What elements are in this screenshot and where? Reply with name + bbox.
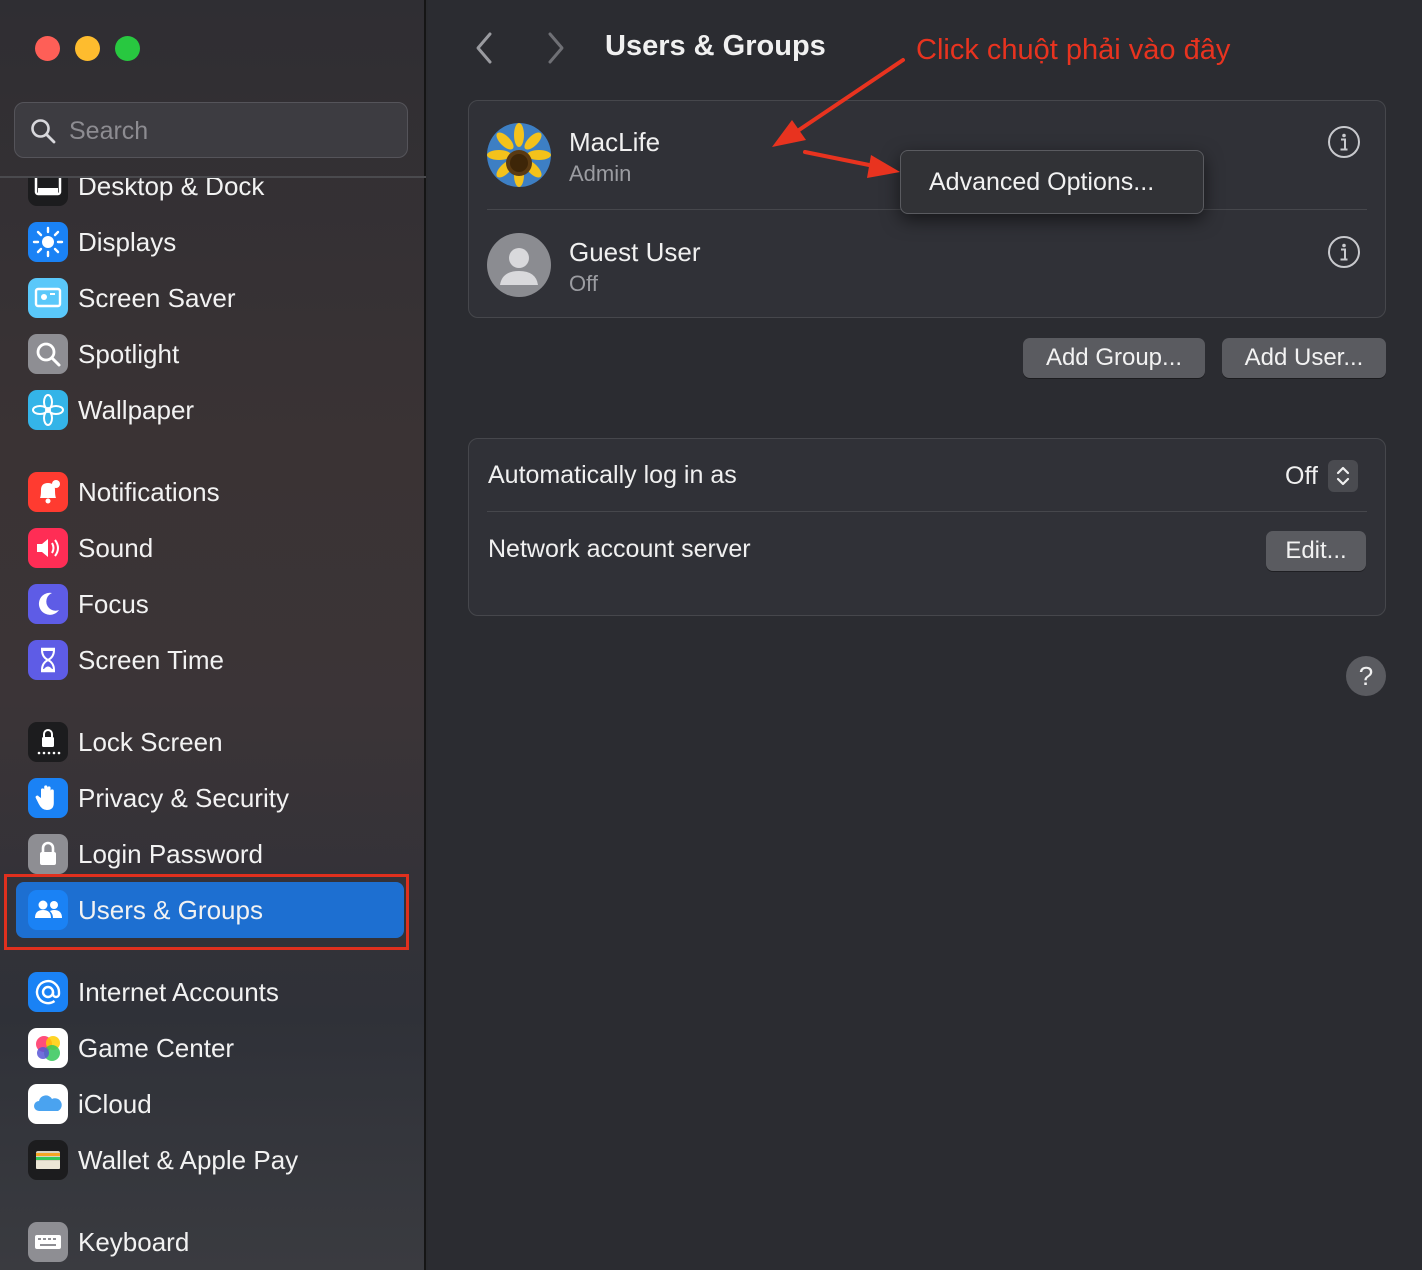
hourglass-icon: [28, 640, 68, 680]
main-pane: Users & Groups Click chuột phải vào đây: [428, 0, 1422, 1270]
network-server-label: Network account server: [488, 535, 751, 563]
dock-icon: [28, 178, 68, 206]
search-field[interactable]: [14, 102, 408, 158]
user-name: MacLife: [569, 127, 661, 157]
chevron-left-icon: [476, 32, 492, 64]
sidebar-item-label: Privacy & Security: [78, 782, 289, 813]
sidebar-item-label: Users & Groups: [78, 894, 263, 925]
moon-icon: [28, 584, 68, 624]
sidebar-list: Desktop & Dock Displays Screen Saver Spo…: [0, 178, 426, 1270]
back-button[interactable]: [464, 28, 504, 68]
sidebar-item-notifications[interactable]: Notifications: [16, 464, 404, 520]
sidebar-item-label: Spotlight: [78, 338, 180, 369]
cloud-icon: [28, 1084, 68, 1124]
magnifier-icon: [28, 334, 68, 374]
minimize-window-button[interactable]: [75, 36, 100, 61]
close-window-button[interactable]: [35, 36, 60, 61]
sidebar-item-keyboard[interactable]: Keyboard: [16, 1214, 404, 1270]
network-server-row: Network account server Edit...: [469, 513, 1385, 585]
sidebar-item-label: Wallet & Apple Pay: [78, 1144, 299, 1175]
context-menu: Advanced Options...: [900, 150, 1204, 214]
sidebar-item-wallet[interactable]: Wallet & Apple Pay: [16, 1132, 404, 1188]
lock-screen-icon: [28, 722, 68, 762]
sunflower-avatar: [487, 123, 551, 187]
add-group-button[interactable]: Add Group...: [1023, 338, 1205, 378]
sidebar-item-login-password[interactable]: Login Password: [16, 826, 404, 882]
bell-icon: [28, 472, 68, 512]
add-user-button[interactable]: Add User...: [1222, 338, 1386, 378]
person-avatar: [487, 233, 551, 297]
sidebar-item-lock-screen[interactable]: Lock Screen: [16, 714, 404, 770]
sidebar-item-icloud[interactable]: iCloud: [16, 1076, 404, 1132]
info-icon[interactable]: [1327, 235, 1361, 269]
sidebar-item-users-groups[interactable]: Users & Groups: [16, 882, 404, 938]
sidebar-item-sound[interactable]: Sound: [16, 520, 404, 576]
page-title: Users & Groups: [605, 30, 826, 62]
sidebar-item-focus[interactable]: Focus: [16, 576, 404, 632]
sidebar-item-label: Sound: [78, 532, 154, 563]
user-role: Admin: [569, 161, 632, 186]
sidebar-item-label: Game Center: [78, 1032, 235, 1063]
annotation-text: Click chuột phải vào đây: [916, 34, 1231, 66]
padlock-icon: [28, 834, 68, 874]
login-settings: Automatically log in as Off Network acco…: [468, 438, 1386, 616]
edit-button[interactable]: Edit...: [1266, 531, 1366, 571]
user-name: Guest User: [569, 237, 701, 267]
sidebar-item-label: Login Password: [78, 838, 263, 869]
speaker-icon: [28, 528, 68, 568]
sidebar-item-label: Displays: [78, 226, 177, 257]
sidebar-item-internet-accounts[interactable]: Internet Accounts: [16, 964, 404, 1020]
search-input[interactable]: [69, 111, 399, 151]
sidebar-item-game-center[interactable]: Game Center: [16, 1020, 404, 1076]
sidebar-item-label: Screen Time: [78, 644, 224, 675]
chevron-right-icon: [548, 32, 564, 64]
screen-saver-icon: [28, 278, 68, 318]
wallet-icon: [28, 1140, 68, 1180]
keyboard-icon: [28, 1222, 68, 1262]
sidebar-item-spotlight[interactable]: Spotlight: [16, 326, 404, 382]
sidebar-item-label: Internet Accounts: [78, 976, 279, 1007]
flower-icon: [28, 390, 68, 430]
row-divider: [487, 511, 1367, 512]
forward-button[interactable]: [536, 28, 576, 68]
advanced-options-menu-item[interactable]: Advanced Options...: [907, 157, 1197, 207]
sidebar-item-label: Screen Saver: [78, 282, 236, 313]
sidebar: Desktop & Dock Displays Screen Saver: [0, 0, 426, 1270]
sidebar-item-label: Wallpaper: [78, 394, 195, 425]
sun-icon: [28, 222, 68, 262]
auto-login-row: Automatically log in as Off: [469, 439, 1385, 511]
sidebar-item-screen-saver[interactable]: Screen Saver: [16, 270, 404, 326]
up-down-chevron-icon: [1327, 460, 1358, 492]
user-role: Off: [569, 271, 598, 296]
auto-login-popup[interactable]: Off: [1285, 459, 1358, 493]
info-icon[interactable]: [1327, 125, 1361, 159]
sidebar-item-screen-time[interactable]: Screen Time: [16, 632, 404, 688]
search-icon: [31, 119, 56, 144]
game-center-icon: [28, 1028, 68, 1068]
system-settings-window: Desktop & Dock Displays Screen Saver: [0, 0, 1422, 1270]
hand-icon: [28, 778, 68, 818]
sidebar-item-label: Notifications: [78, 476, 220, 507]
sidebar-item-label: Keyboard: [78, 1226, 190, 1257]
sidebar-item-wallpaper[interactable]: Wallpaper: [16, 382, 404, 438]
sidebar-item-label: Desktop & Dock: [78, 178, 265, 201]
sidebar-item-label: Focus: [78, 588, 149, 619]
zoom-window-button[interactable]: [115, 36, 140, 61]
sidebar-item-displays[interactable]: Displays: [16, 214, 404, 270]
at-icon: [28, 972, 68, 1012]
sidebar-item-label: Lock Screen: [78, 726, 223, 757]
user-row-guest[interactable]: Guest User Off: [469, 211, 1385, 319]
sidebar-item-label: iCloud: [78, 1088, 152, 1119]
help-button[interactable]: ?: [1346, 656, 1386, 696]
sidebar-item-desktop-dock[interactable]: Desktop & Dock: [16, 178, 404, 214]
auto-login-label: Automatically log in as: [488, 461, 737, 489]
users-icon: [28, 890, 68, 930]
sidebar-item-privacy-security[interactable]: Privacy & Security: [16, 770, 404, 826]
auto-login-value: Off: [1285, 461, 1318, 490]
